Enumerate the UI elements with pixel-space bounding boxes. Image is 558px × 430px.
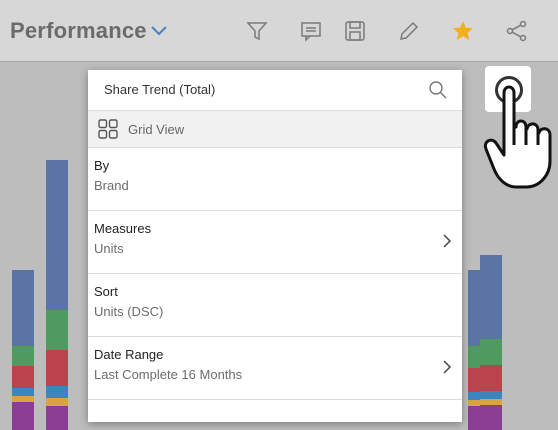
top-bar: Performance [0,0,558,62]
option-sort[interactable]: Sort Units (DSC) [88,274,462,337]
grid-view-icon [98,119,118,144]
grid-view-label: Grid View [128,122,185,137]
option-value: Last Complete 16 Months [94,367,243,382]
page-title[interactable]: Performance [10,18,147,44]
option-label: By [94,158,110,173]
chart-bar [46,160,68,430]
panel-title: Share Trend (Total) [104,82,216,97]
filter-icon[interactable] [244,18,270,44]
chevron-right-icon [442,359,452,380]
chevron-right-icon [442,233,452,254]
pointing-hand-icon [482,75,558,195]
option-label: Date Range [94,347,164,362]
chart-bar [12,270,34,430]
option-value: Units (DSC) [94,304,164,319]
option-label: Measures [94,221,152,236]
share-icon[interactable] [504,18,530,44]
chevron-down-icon[interactable] [150,24,168,42]
option-value: Units [94,241,124,256]
grid-view-option[interactable]: Grid View [88,111,462,148]
star-icon[interactable] [450,18,476,44]
option-label: Sort [94,284,118,299]
edit-icon[interactable] [396,18,422,44]
save-icon[interactable] [342,18,368,44]
option-measures[interactable]: Measures Units [88,211,462,274]
option-date-range[interactable]: Date Range Last Complete 16 Months [88,337,462,400]
option-value: Brand [94,178,129,193]
search-icon[interactable] [428,80,448,105]
panel-header: Share Trend (Total) [88,70,462,111]
comment-icon[interactable] [298,18,324,44]
chart-options-panel: Share Trend (Total) Grid View By Brand M… [88,70,462,422]
option-by[interactable]: By Brand [88,148,462,211]
chart-bar [480,255,502,430]
